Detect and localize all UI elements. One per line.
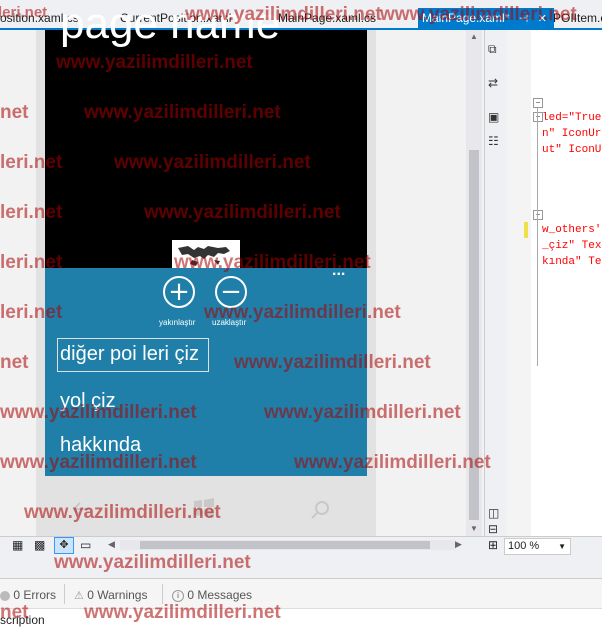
watermark: www.yazilimdilleri.net [0,452,197,473]
scroll-left-arrow-icon[interactable]: ◀ [108,539,115,550]
code-attr: _çiz" [542,240,576,252]
code-line: led="True [542,112,602,124]
watermark: www.yazilimdilleri.net [144,202,341,223]
annotation-icon[interactable]: ▭ [80,538,91,552]
watermark: net [0,602,29,623]
code-attr: kında" [542,256,582,268]
zoom-in-label: yakınlaştır [159,318,196,327]
code-line: _çiz" Tex [542,240,601,252]
watermark: www.yazilimdilleri.net [380,4,577,25]
watermark: leri.net [0,202,63,223]
watermark: www.yazilimdilleri.net [234,352,431,373]
scroll-up-arrow-icon[interactable]: ▲ [470,32,478,41]
watermark: www.yazilimdilleri.net [54,552,251,573]
pane-settings-icon[interactable]: ▣ [488,110,499,124]
watermark: leri.net [0,252,63,273]
menu-item-draw-other-pois[interactable]: diğer poi leri çiz [60,343,199,366]
code-attr: Te [588,256,602,268]
watermark: www.yazilimdilleri.net [174,252,371,273]
fold-collapse-icon[interactable]: − [533,98,543,108]
warning-icon: ⚠ [74,590,84,602]
divider [64,584,65,604]
device-orientation-icon[interactable]: ⧉ [488,42,497,57]
code-attr: Tex [581,240,602,252]
horizontal-scroll-thumb[interactable] [140,541,430,549]
code-line: kında" Te [542,256,601,268]
watermark: www.yazilimdilleri.net [294,452,491,473]
split-view-icon[interactable]: ☷ [488,134,499,148]
fold-collapse-icon[interactable]: − [533,210,543,220]
code-line: ut" IconU [542,144,602,156]
watermark: www.yazilimdilleri.net [84,102,281,123]
zoom-in-button[interactable]: + [163,276,195,308]
watermark: net [0,352,29,373]
scroll-right-arrow-icon[interactable]: ▶ [455,539,462,550]
horizontal-split-icon[interactable]: ⊟ [488,522,498,536]
errors-count: 0 Errors [13,588,57,602]
watermark: www.yazilimdilleri.net [185,4,382,25]
watermark: www.yazilimdilleri.net [24,502,221,523]
warnings-count: 0 Warnings [87,588,148,602]
warnings-filter[interactable]: ⚠ 0 Warnings [74,588,147,602]
watermark: www.yazilimdilleri.net [56,52,253,73]
errors-filter[interactable]: 0 Errors [0,588,56,602]
code-line: n" IconUr [542,128,602,140]
expand-pane-icon[interactable]: ⊞ [488,538,498,552]
change-marker [524,222,528,238]
zoom-dropdown[interactable]: 100 % ▼ [504,538,571,555]
watermark: leri.net [0,302,63,323]
fold-guide-line [537,108,538,366]
info-icon: i [172,589,184,602]
watermark: net [0,102,29,123]
watermark: www.yazilimdilleri.net [84,602,281,623]
swap-pane-icon[interactable]: ⇄ [488,76,498,90]
chevron-down-icon: ▼ [558,542,566,551]
watermark: www.yazilimdilleri.net [204,302,401,323]
watermark: www.yazilimdilleri.net [0,402,197,423]
vertical-split-icon[interactable]: ◫ [488,506,499,520]
code-gutter [507,30,531,536]
watermark: leri.net [0,4,48,21]
scroll-down-arrow-icon[interactable]: ▼ [470,524,478,533]
grid-view-icon[interactable]: ▦ [12,538,23,552]
error-icon [0,590,10,601]
zoom-value: 100 % [508,540,540,552]
watermark: leri.net [0,152,63,173]
code-line: w_others' [542,224,602,236]
divider [162,584,163,604]
watermark: www.yazilimdilleri.net [264,402,461,423]
messages-count: 0 Messages [187,588,253,602]
watermark: www.yazilimdilleri.net [114,152,311,173]
search-icon [310,500,330,526]
messages-filter[interactable]: i 0 Messages [172,588,252,602]
snap-grid-icon[interactable]: ▩ [34,538,45,552]
